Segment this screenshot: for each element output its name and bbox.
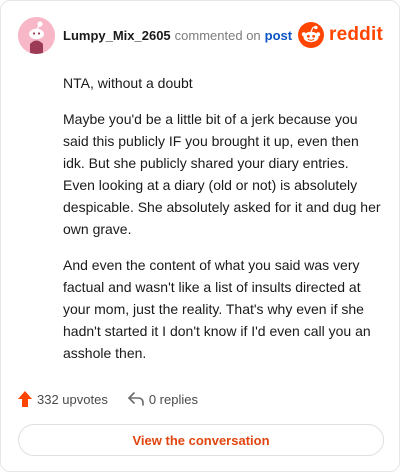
upvote-button[interactable]: 332 upvotes [18,391,108,407]
avatar[interactable] [18,16,55,54]
comment-actions: 332 upvotes 0 replies [18,389,198,409]
comment-header: Lumpy_Mix_2605 commented on post reddit [18,15,383,55]
comment-embed-card: Lumpy_Mix_2605 commented on post reddit … [0,0,400,472]
snoo-avatar-icon [18,16,55,54]
comment-paragraph: NTA, without a doubt [63,75,193,91]
reddit-logo[interactable]: reddit [298,22,383,48]
username[interactable]: Lumpy_Mix_2605 [63,28,171,43]
comment-meta: Lumpy_Mix_2605 commented on post [63,28,292,43]
reply-count: 0 replies [148,391,198,407]
reply-arrow-icon [128,392,144,406]
upvote-count: 332 upvotes [37,391,108,407]
upvote-arrow-icon [18,391,32,407]
comment-paragraph: And even the content of what you said wa… [63,257,371,361]
reply-button[interactable]: 0 replies [128,392,198,407]
reddit-wordmark: reddit [329,24,383,45]
comment-body: NTA, without a doubt Maybe you'd be a li… [63,72,383,378]
meta-verb: commented on [174,27,261,43]
reddit-logo-icon [298,22,325,48]
view-conversation-button[interactable]: View the conversation [18,424,384,456]
comment-paragraph: Maybe you'd be a little bit of a jerk be… [63,111,381,237]
post-link[interactable]: post [265,28,292,43]
